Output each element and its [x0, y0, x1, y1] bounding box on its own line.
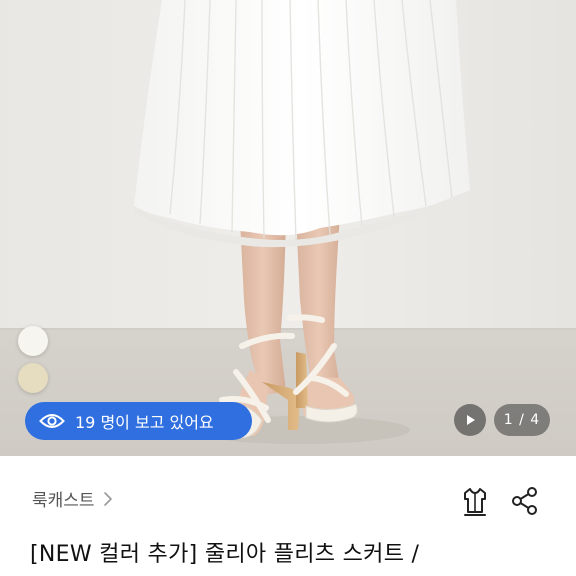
image-counter: 1 / 4	[494, 404, 550, 436]
viewers-text: 19 명이 보고 있어요	[75, 413, 214, 432]
product-title: [NEW 컬러 추가] 줄리아 플리츠 스커트 /	[30, 542, 420, 567]
play-icon	[467, 415, 475, 425]
color-swatch-white[interactable]	[18, 326, 48, 356]
color-swatch-beige[interactable]	[18, 363, 48, 393]
share-icon[interactable]	[508, 484, 542, 518]
product-photo	[0, 0, 576, 456]
product-info: 룩캐스트 [NEW 컬러 추가] 줄리아 플리츠 스커트 /	[0, 456, 576, 576]
closet-icon[interactable]	[458, 484, 492, 518]
shop-name: 룩캐스트	[32, 491, 95, 511]
shop-link[interactable]: 룩캐스트	[32, 486, 113, 511]
viewers-badge: 19 명이 보고 있어요	[25, 402, 252, 440]
chevron-right-icon	[103, 491, 113, 507]
product-image-gallery[interactable]: 19 명이 보고 있어요 1 / 4	[0, 0, 576, 456]
eye-icon	[39, 412, 65, 430]
play-button[interactable]	[454, 404, 486, 436]
